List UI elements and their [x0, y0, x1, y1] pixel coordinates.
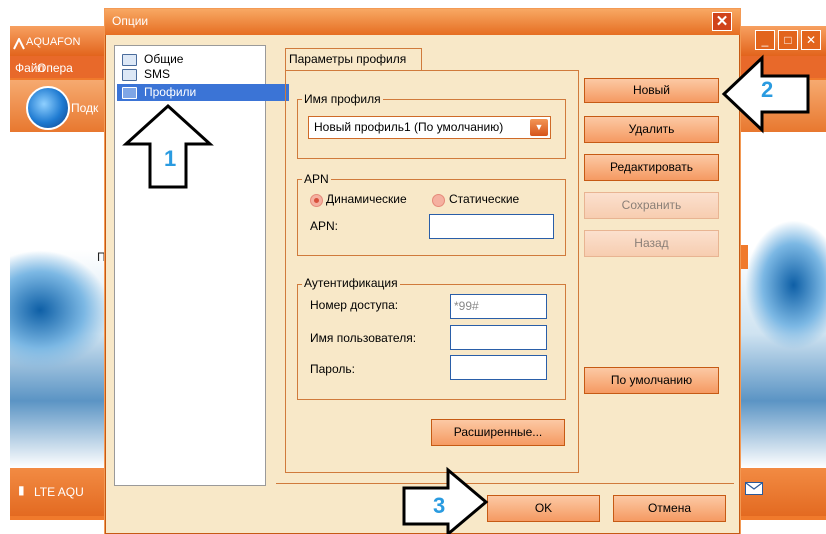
access-number-label: Номер доступа: [310, 298, 399, 312]
new-profile-button[interactable]: Новый [584, 78, 719, 103]
radio-dynamic-label[interactable]: Динамические [326, 192, 407, 206]
tree-item-sms[interactable]: SMS [120, 67, 170, 81]
folder-icon [122, 69, 137, 81]
folder-icon [122, 54, 137, 66]
authentication-legend: Аутентификация [302, 276, 400, 290]
dialog-divider [276, 483, 734, 484]
chevron-down-icon[interactable]: ▼ [530, 119, 548, 136]
profile-name-legend: Имя профиля [302, 92, 383, 106]
network-status-label: LTE AQU [34, 485, 84, 499]
profile-select[interactable]: Новый профиль1 (По умолчанию) [308, 116, 551, 139]
tree-item-general[interactable]: Общие [120, 52, 183, 66]
menu-operations[interactable]: Опера [37, 61, 73, 75]
tree-item-label: Общие [144, 52, 184, 66]
delete-profile-button[interactable]: Удалить [584, 116, 719, 143]
back-button[interactable]: Назад [584, 230, 719, 257]
dialog-title-bar[interactable] [105, 9, 740, 35]
maximize-icon[interactable]: □ [778, 30, 798, 50]
access-number-input[interactable]: *99# [450, 294, 547, 319]
annotation-step-2: 2 [761, 77, 774, 102]
password-label: Пароль: [310, 362, 355, 376]
apn-legend: APN [302, 172, 331, 186]
connect-label[interactable]: Подк [71, 101, 98, 115]
annotation-step-1: 1 [164, 146, 177, 171]
tree-item-label: Профили [144, 85, 197, 99]
tab-profile-settings[interactable]: Параметры профиля [285, 48, 422, 70]
minimize-icon[interactable]: _ [755, 30, 775, 50]
annotation-step-3: 3 [433, 493, 446, 518]
connect-icon[interactable] [26, 86, 70, 130]
username-input[interactable] [450, 325, 547, 350]
edit-profile-button[interactable]: Редактировать [584, 154, 719, 181]
ok-button[interactable]: OK [487, 495, 600, 522]
apn-label: APN: [310, 219, 339, 233]
radio-dynamic[interactable] [310, 194, 323, 207]
background-window-controls: _ □ ✕ [755, 30, 825, 52]
username-label: Имя пользователя: [310, 331, 417, 345]
apn-input[interactable] [429, 214, 554, 239]
cancel-button[interactable]: Отмена [613, 495, 726, 522]
water-splash-image [10, 250, 110, 370]
tree-item-label: SMS [144, 67, 171, 81]
dialog-title: Опции [112, 14, 149, 28]
close-icon[interactable]: ✕ [801, 30, 821, 50]
background-app-title: AQUAFON [26, 36, 81, 48]
mail-icon[interactable] [745, 482, 763, 495]
advanced-button[interactable]: Расширенные... [431, 419, 565, 446]
set-default-button[interactable]: По умолчанию [584, 367, 719, 394]
folder-open-icon [122, 87, 137, 99]
tree-item-profiles[interactable]: Профили [117, 84, 289, 101]
aquafon-logo-icon [13, 36, 25, 50]
dialog-close-button[interactable]: ✕ [712, 12, 732, 31]
water-splash-image [745, 220, 826, 350]
password-input[interactable] [450, 355, 547, 380]
signal-icon: ▮ [18, 483, 25, 497]
save-profile-button[interactable]: Сохранить [584, 192, 719, 219]
radio-static[interactable] [432, 194, 445, 207]
radio-static-label[interactable]: Статические [449, 192, 519, 206]
